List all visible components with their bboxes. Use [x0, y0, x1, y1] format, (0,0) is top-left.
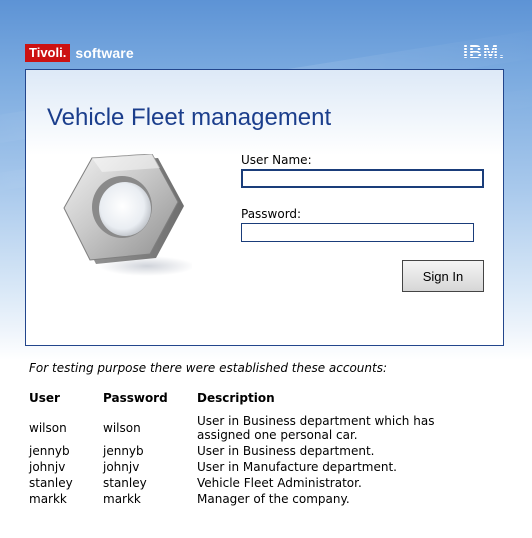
accounts-intro-text: For testing purpose there were establish… — [29, 361, 388, 375]
tivoli-logo: Tivoli. — [25, 44, 71, 62]
username-input[interactable] — [241, 169, 484, 188]
table-row: jennyb jennyb User in Business departmen… — [26, 443, 470, 459]
password-label: Password: — [241, 207, 302, 221]
username-label: User Name: — [241, 153, 312, 167]
table-row: wilson wilson User in Business departmen… — [26, 413, 470, 443]
account-password: jennyb — [103, 444, 144, 458]
password-input[interactable] — [241, 223, 474, 242]
account-description: Vehicle Fleet Administrator. — [197, 476, 362, 490]
login-panel: Vehicle Fleet management User Name: Pass… — [25, 69, 504, 346]
account-user: jennyb — [29, 444, 70, 458]
table-row: stanley stanley Vehicle Fleet Administra… — [26, 475, 470, 491]
sign-in-button[interactable]: Sign In — [402, 260, 484, 292]
account-user: wilson — [29, 421, 67, 435]
tivoli-software-logo: Tivoli. software — [25, 42, 134, 64]
accounts-table: User Password Description wilson wilson … — [26, 389, 470, 507]
column-header-user: User — [29, 391, 60, 405]
account-user: markk — [29, 492, 67, 506]
hex-nut-icon — [63, 154, 192, 276]
account-description: User in Business department which has as… — [197, 414, 435, 442]
software-label: software — [75, 45, 134, 61]
account-user: johnjv — [29, 460, 66, 474]
table-row: johnjv johnjv User in Manufacture depart… — [26, 459, 470, 475]
account-user: stanley — [29, 476, 73, 490]
account-password: johnjv — [103, 460, 140, 474]
account-description: User in Manufacture department. — [197, 460, 397, 474]
account-description: Manager of the company. — [197, 492, 350, 506]
account-description: User in Business department. — [197, 444, 375, 458]
table-row: markk markk Manager of the company. — [26, 491, 470, 507]
ibm-logo: IBM. — [463, 42, 505, 62]
account-password: stanley — [103, 476, 147, 490]
column-header-password: Password — [103, 391, 168, 405]
account-password: wilson — [103, 421, 141, 435]
page-title: Vehicle Fleet management — [47, 104, 332, 131]
column-header-description: Description — [197, 391, 275, 405]
account-password: markk — [103, 492, 141, 506]
table-header-row: User Password Description — [26, 389, 470, 413]
